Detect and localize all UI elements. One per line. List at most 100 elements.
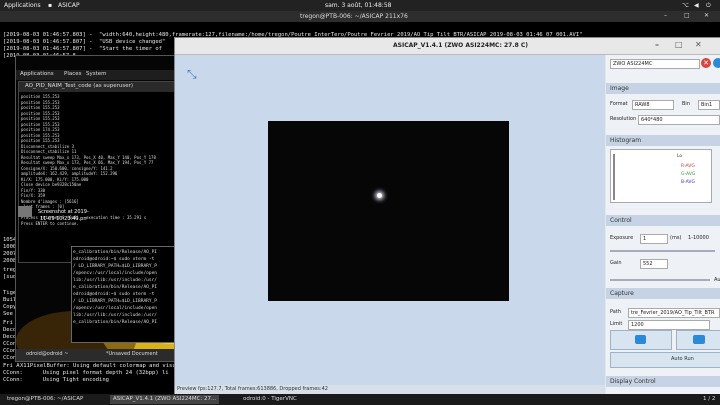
xterm-line: / LD_LIBRARY_PATH=$LD_LIBRARY_P (73, 299, 157, 304)
exposure-unit[interactable]: (ms) (670, 235, 681, 241)
capture-section-header[interactable]: Capture (606, 288, 720, 299)
status-text: Preview fps:127.7, Total frames:613886, … (177, 386, 328, 392)
disconnect-icon[interactable]: ✕ (701, 58, 711, 68)
applications-menu[interactable]: Applications (4, 1, 41, 10)
vnc-task-terminal[interactable]: odroid@odroid ~ (26, 351, 68, 357)
vnc-menu-applications[interactable]: Applications (20, 71, 54, 77)
ao-pid-terminal-titlebar[interactable]: AO_PID_NAIM_Test_code (as superuser) (19, 82, 179, 92)
xterm-line: lib:/usr/lib:/usr/include:/usr/ (73, 313, 157, 318)
top-panel: Applications ▪ ASICAP sam. 3 août, 01:48… (0, 0, 720, 11)
path-input[interactable]: tre_Fevrier_2019/AO_Tip_Tilt_BTR (628, 308, 720, 318)
minimize-icon[interactable]: – (655, 40, 659, 49)
network-icon[interactable]: ⌥ (682, 1, 689, 10)
active-app-name[interactable]: ASICAP (58, 1, 80, 10)
close-icon[interactable]: ✕ (695, 40, 702, 49)
video-icon (693, 335, 705, 344)
resolution-select[interactable]: 640*480 (638, 115, 720, 125)
auto-gain-label[interactable]: Au (714, 277, 720, 283)
control-panel: ZWO ASI224MC ✕ Image Format RAW8 Bin Bin… (606, 55, 720, 395)
ao-pid-output: position 155.253 position 155.253 position… (21, 94, 177, 226)
xterm-line: /opencv:/usr/local/include/open (73, 306, 157, 311)
fullscreen-icon[interactable]: ⤡ (187, 67, 197, 82)
task-terminal[interactable]: tregon@PTB-006: ~/ASICAP (4, 395, 86, 404)
gain-label: Gain (610, 260, 622, 266)
vnc-menu-places[interactable]: Places (64, 71, 82, 77)
auto-run-button[interactable]: Auto Run (610, 352, 720, 368)
power-icon[interactable]: ⏻ (706, 1, 711, 10)
limit-select[interactable]: 1200 (628, 320, 710, 330)
preview-image[interactable] (268, 121, 509, 301)
ao-pid-terminal-title: AO_PID_NAIM_Test_code (as superuser) (25, 83, 134, 89)
bin-label: Bin (682, 101, 690, 107)
control-section-header[interactable]: Control (606, 215, 720, 226)
vnc-desktop: Applications Places System AO_PID_NAIM_T… (16, 56, 179, 361)
workspace-pager[interactable]: 1 / 2 (700, 395, 718, 404)
asicap-window[interactable]: ASICAP_V1.4.1 (ZWO ASI224MC: 27.8 C) – □… (174, 37, 720, 396)
screenshot-file-icon[interactable] (18, 206, 32, 217)
task-tigervnc[interactable]: odroid:0 - TigerVNC (240, 395, 300, 404)
task-asicap[interactable]: ASICAP_V1.4.1 (ZWO ASI224MC: 27... (110, 395, 220, 404)
path-label: Path (610, 309, 621, 315)
xterm-output: e_calibration/bin/Release/AO_PI odroid@od… (73, 249, 179, 326)
minimize-icon[interactable]: – (664, 11, 667, 20)
xterm-line: odroid@odroid:~$ sudo xterm -t (73, 257, 155, 262)
places-icon: ▪ (48, 2, 53, 9)
gain-input[interactable]: 552 (640, 259, 668, 269)
histogram-section-header[interactable]: Histogram (606, 135, 720, 146)
histogram-legend-g: G-AVG (681, 172, 696, 177)
exposure-label: Exposure (610, 235, 634, 241)
terminal-line: [2019-08-03 01:46:57.807] - "USB device … (3, 39, 166, 45)
exposure-input[interactable]: 1 (640, 234, 668, 244)
xterm-line: odroid@odroid:~$ sudo xterm -t (73, 292, 155, 297)
preview-pane[interactable]: ⤡ Preview fps:127.7, Total frames:613886… (175, 55, 605, 394)
volume-icon[interactable]: ◀ (694, 1, 699, 10)
histogram-legend-b: B-AVG (681, 180, 695, 185)
xterm-line: lib:/usr/lib:/usr/include:/usr/ (73, 278, 157, 283)
asicap-titlebar[interactable]: ASICAP_V1.4.1 (ZWO ASI224MC: 27.8 C) – □… (175, 38, 720, 55)
star-spot (377, 193, 382, 198)
maximize-icon[interactable]: □ (684, 11, 690, 20)
snapshot-button[interactable] (610, 330, 672, 350)
terminal-line: CConn: Using Tight encoding (3, 377, 109, 383)
xterm-window[interactable]: e_calibration/bin/Release/AO_PI odroid@od… (71, 246, 179, 343)
clock[interactable]: sam. 3 août, 01:48:58 (325, 1, 391, 10)
limit-label: Limit (610, 321, 623, 327)
screenshot-label[interactable]: Screenshot at 2019- (38, 209, 89, 215)
gain-slider[interactable] (610, 279, 710, 281)
image-section-header[interactable]: Image (606, 83, 720, 94)
histogram-legend-r: R-AVG (681, 164, 695, 169)
vnc-window[interactable]: Applications Places System AO_PID_NAIM_T… (15, 55, 180, 362)
close-icon[interactable]: ✕ (704, 11, 709, 20)
xterm-line: /opencv:/usr/local/include/open (73, 271, 157, 276)
xterm-line: e_calibration/bin/Release/AO_PI (73, 285, 157, 290)
refresh-icon[interactable] (713, 58, 720, 68)
format-label: Format (610, 101, 628, 107)
exposure-range: 1-10000 (688, 235, 709, 241)
vnc-task-document[interactable]: *Unsaved Document (106, 351, 158, 357)
bottom-taskbar: tregon@PTB-006: ~/ASICAP ASICAP_V1.4.1 (… (0, 394, 720, 405)
exposure-slider[interactable] (610, 250, 715, 252)
vnc-taskbar: odroid@odroid ~ *Unsaved Document (16, 349, 179, 361)
record-button[interactable] (676, 330, 720, 350)
asicap-title: ASICAP_V1.4.1 (ZWO ASI224MC: 27.8 C) (393, 42, 528, 49)
status-bar: Preview fps:127.7, Total frames:613886, … (175, 385, 605, 394)
xterm-line: e_calibration/bin/Release/AO_PI (73, 320, 157, 325)
terminal-title: tregon@PTB-006: ~/ASICAP 211x76 (300, 13, 408, 20)
maximize-icon[interactable]: □ (675, 40, 683, 49)
xterm-line: / LD_LIBRARY_PATH=$LD_LIBRARY_P (73, 264, 157, 269)
terminal-fragment: Fri A (3, 363, 20, 369)
display-control-section-header[interactable]: Display Control (606, 376, 720, 387)
screenshot-time: 11-09 10:23:49.pn (40, 216, 87, 222)
vnc-menu-system[interactable]: System (86, 71, 107, 77)
format-select[interactable]: RAW8 (632, 100, 674, 110)
auto-run-label: Auto Run (671, 356, 694, 362)
histogram-plot: Lo R-AVG G-AVG B-AVG (610, 149, 712, 203)
bin-select[interactable]: Bin1 (698, 100, 720, 110)
camera-select[interactable]: ZWO ASI224MC (610, 59, 700, 69)
terminal-line: X11PixelBuffer: Using default colormap a… (20, 363, 186, 369)
ao-pid-terminal[interactable]: AO_PID_NAIM_Test_code (as superuser) pos… (18, 81, 179, 263)
vnc-menubar: Applications Places System (16, 70, 179, 80)
terminal-titlebar[interactable]: tregon@PTB-006: ~/ASICAP 211x76 – □ ✕ (0, 11, 720, 22)
resolution-label: Resolution (610, 116, 637, 122)
xterm-line: e_calibration/bin/Release/AO_PI (73, 250, 157, 255)
